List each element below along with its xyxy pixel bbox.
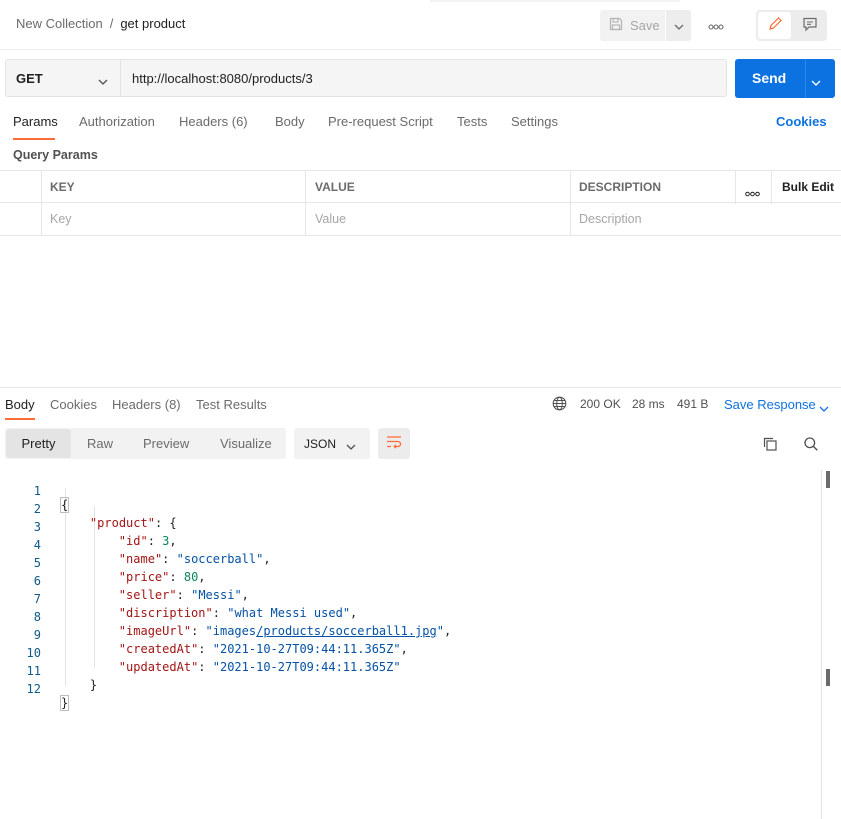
more-actions-button[interactable] xyxy=(703,16,729,34)
code-line: 8 "imageUrl": "images/products/soccerbal… xyxy=(0,596,822,638)
column-divider xyxy=(41,203,42,236)
view-raw[interactable]: Raw xyxy=(87,436,113,451)
method-select[interactable]: GET xyxy=(5,59,121,97)
line-number: 12 xyxy=(26,682,41,696)
url-value: http://localhost:8080/products/3 xyxy=(132,70,313,86)
globe-icon[interactable] xyxy=(552,396,567,414)
response-tab-test-results[interactable]: Test Results xyxy=(196,397,267,412)
column-divider xyxy=(771,171,772,204)
response-status[interactable]: 200 OK xyxy=(580,397,621,411)
query-params-title: Query Params xyxy=(13,148,98,162)
wrap-lines-icon xyxy=(386,435,402,452)
top-edge-line xyxy=(430,0,680,2)
cookies-link[interactable]: Cookies xyxy=(776,114,827,129)
column-key-header: KEY xyxy=(50,180,75,194)
edit-toggle[interactable] xyxy=(758,12,791,39)
breadcrumb-separator: / xyxy=(109,16,114,31)
code-line: 1 { xyxy=(0,470,822,513)
tab-pre-request-script[interactable]: Pre-request Script xyxy=(328,114,433,129)
comment-toggle[interactable] xyxy=(794,12,825,39)
response-tab-cookies[interactable]: Cookies xyxy=(50,397,97,412)
code-line: 6 "seller": "Messi", xyxy=(0,560,822,602)
active-tab-indicator xyxy=(5,418,35,420)
column-divider xyxy=(305,171,306,204)
code-line: 2 "product": { xyxy=(0,488,822,530)
response-size[interactable]: 491 B xyxy=(677,397,708,411)
tab-params[interactable]: Params xyxy=(13,114,58,129)
copy-icon[interactable] xyxy=(762,436,778,455)
method-value: GET xyxy=(16,70,43,86)
save-options-button[interactable] xyxy=(666,10,691,41)
send-label: Send xyxy=(752,70,787,86)
comment-icon xyxy=(802,16,818,35)
code-line: 5 "price": 80, xyxy=(0,542,822,584)
view-toggle-group xyxy=(756,10,827,41)
chevron-down-icon xyxy=(346,439,356,453)
send-button[interactable]: Send xyxy=(735,59,835,98)
column-divider xyxy=(305,203,306,236)
scrollbar-thumb[interactable] xyxy=(826,669,830,686)
column-value-header: VALUE xyxy=(315,180,355,194)
code-line: 11 } xyxy=(0,650,822,692)
scrollbar-track[interactable] xyxy=(821,470,822,819)
code-line: 3 "id": 3, xyxy=(0,506,822,548)
more-horizontal-icon[interactable] xyxy=(745,185,760,200)
param-value-input[interactable]: Value xyxy=(315,212,346,226)
bulk-edit-button[interactable]: Bulk Edit xyxy=(782,180,834,194)
active-tab-indicator xyxy=(13,138,55,140)
code-line: 4 "name": "soccerball", xyxy=(0,524,822,566)
chevron-down-icon xyxy=(98,73,108,88)
column-divider xyxy=(735,171,736,204)
breadcrumb: New Collection / get product xyxy=(16,16,185,31)
request-header: New Collection / get product Save xyxy=(0,0,841,50)
view-preview[interactable]: Preview xyxy=(143,436,189,451)
table-row: Key Value Description xyxy=(0,203,841,236)
save-icon xyxy=(609,17,623,34)
code-line: 9 "createdAt": "2021-10-27T09:44:11.365Z… xyxy=(0,614,822,656)
breadcrumb-collection[interactable]: New Collection xyxy=(16,16,103,31)
column-divider xyxy=(570,171,571,204)
response-tab-headers[interactable]: Headers (8) xyxy=(112,397,181,412)
column-divider xyxy=(570,203,571,236)
tab-authorization[interactable]: Authorization xyxy=(79,114,155,129)
scrollbar-thumb[interactable] xyxy=(826,471,830,488)
response-tab-body[interactable]: Body xyxy=(5,397,35,412)
wrap-lines-button[interactable] xyxy=(378,428,410,459)
query-params-table: KEY VALUE DESCRIPTION Bulk Edit Key Valu… xyxy=(0,170,841,237)
chevron-down-icon[interactable] xyxy=(811,73,821,89)
save-button[interactable]: Save xyxy=(600,10,665,41)
response-view-group: Pretty Raw Preview Visualize xyxy=(5,428,286,459)
view-pretty[interactable]: Pretty xyxy=(6,429,71,458)
column-description-header: DESCRIPTION xyxy=(579,180,662,194)
param-key-input[interactable]: Key xyxy=(50,212,72,226)
send-divider xyxy=(805,59,806,98)
tab-tests[interactable]: Tests xyxy=(457,114,487,129)
code-line: 7 "discription": "what Messi used", xyxy=(0,578,822,620)
request-tabs: Params Authorization Headers (6) Body Pr… xyxy=(0,110,841,140)
code-line: 12 } xyxy=(0,668,822,711)
save-label: Save xyxy=(630,18,660,33)
table-header-row: KEY VALUE DESCRIPTION Bulk Edit xyxy=(0,170,841,204)
response-time[interactable]: 28 ms xyxy=(632,397,665,411)
chevron-down-icon xyxy=(674,18,684,33)
chevron-down-icon[interactable] xyxy=(819,400,829,415)
param-description-input[interactable]: Description xyxy=(579,212,642,226)
save-response-button[interactable]: Save Response xyxy=(724,397,816,412)
column-divider xyxy=(41,171,42,204)
format-select[interactable]: JSON xyxy=(294,428,370,459)
tab-body[interactable]: Body xyxy=(275,114,305,129)
tab-headers[interactable]: Headers (6) xyxy=(179,114,248,129)
tab-settings[interactable]: Settings xyxy=(511,114,558,129)
more-horizontal-icon xyxy=(708,18,724,33)
response-divider[interactable] xyxy=(0,387,841,388)
url-input[interactable]: http://localhost:8080/products/3 xyxy=(121,59,727,97)
code-line: 10 "updatedAt": "2021-10-27T09:44:11.365… xyxy=(0,632,822,674)
breadcrumb-request[interactable]: get product xyxy=(120,16,185,31)
pencil-icon xyxy=(767,16,783,35)
format-value: JSON xyxy=(304,436,337,451)
code-text: } xyxy=(59,695,70,711)
view-visualize[interactable]: Visualize xyxy=(220,436,272,451)
search-icon[interactable] xyxy=(803,436,819,455)
